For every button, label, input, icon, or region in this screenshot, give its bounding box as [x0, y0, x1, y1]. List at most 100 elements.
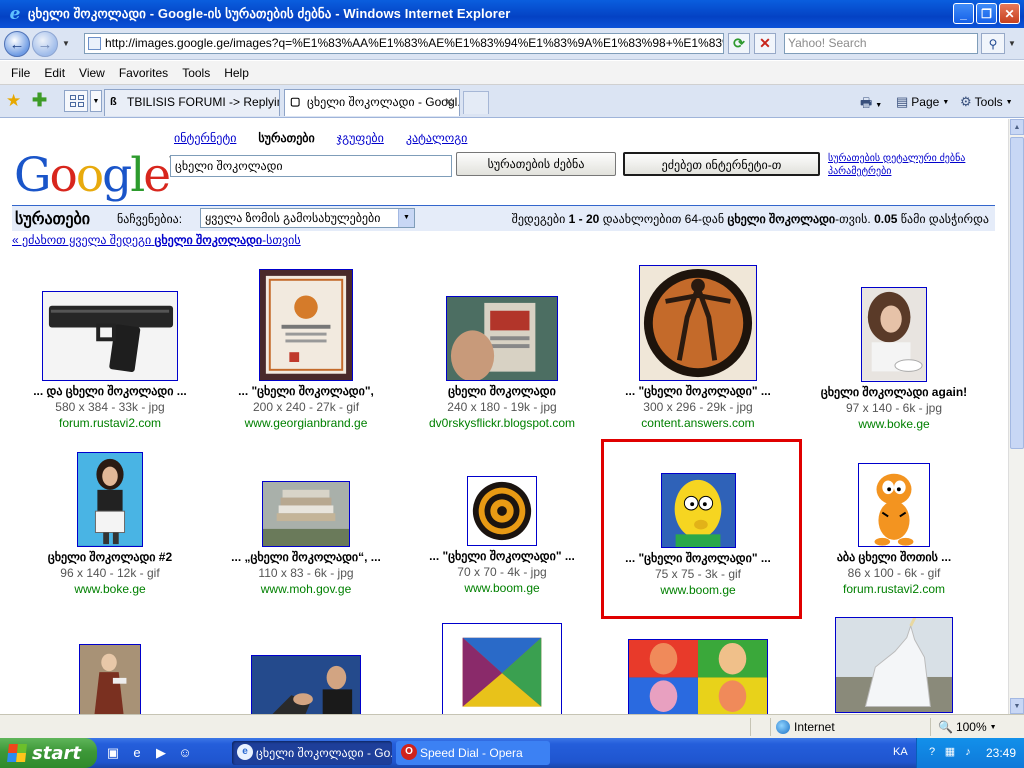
nav-groups[interactable]: ჯგუფები	[337, 131, 384, 145]
search-web-button[interactable]: ეძებეთ ინტერნეტი-თ	[623, 152, 820, 176]
result-item: ... "ცხელი შოკოლადი" ... 300 x 296 - 29k…	[600, 265, 796, 431]
advanced-search-link[interactable]: სურათების დეტალური ძებნა პარამეტრები	[828, 152, 988, 178]
zoom-control[interactable]: 🔍 100% ▼	[938, 720, 997, 734]
back-button[interactable]: ←	[4, 31, 30, 57]
image-size-select[interactable]: ყველა ზომის გამოსახულებები ▼	[200, 208, 415, 228]
search-button[interactable]: ⚲	[981, 33, 1005, 54]
menu-view[interactable]: View	[72, 66, 112, 80]
result-caption[interactable]: ... "ცხელი შოკოლადი",	[208, 383, 404, 399]
address-field[interactable]: http://images.google.ge/images?q=%E1%83%…	[84, 33, 724, 54]
tab-forum[interactable]: ß TBILISIS FORUMI -> Replyin...	[104, 89, 280, 116]
menu-favorites[interactable]: Favorites	[112, 66, 175, 80]
menu-edit[interactable]: Edit	[37, 66, 72, 80]
nav-directory[interactable]: კატალოგი	[406, 131, 468, 145]
result-caption[interactable]: ... "ცხელი შოკოლადი" ...	[404, 548, 600, 564]
result-item: ... "ცხელი შოკოლადი" ... 70 x 70 - 4k - …	[404, 476, 600, 596]
menu-help[interactable]: Help	[217, 66, 256, 80]
start-label: start	[32, 742, 81, 764]
result-thumbnail[interactable]	[42, 291, 178, 381]
new-tab-button[interactable]	[463, 91, 489, 114]
network-icon[interactable]: ▦	[943, 745, 957, 759]
woman-portrait-image	[862, 288, 926, 381]
result-thumbnail[interactable]	[262, 481, 350, 547]
minimize-button[interactable]: _	[953, 3, 974, 24]
page-menu-button[interactable]: ▤ Page ▼	[896, 94, 949, 110]
add-favorite-icon[interactable]: ✚	[32, 90, 47, 111]
page-icon: ▤	[896, 94, 909, 109]
tab-label: TBILISIS FORUMI -> Replyin...	[127, 95, 280, 109]
result-caption[interactable]: ცხელი შოკოლადი again!	[796, 384, 992, 400]
taskbar-item-opera[interactable]: O Speed Dial - Opera	[396, 741, 550, 765]
results-stats: შედეგები 1 - 20 დაახლოებით 64-დან ცხელი …	[511, 212, 989, 226]
volume-icon[interactable]: ♪	[961, 745, 975, 759]
show-label: ნაჩვენებია:	[117, 212, 183, 226]
hand-with-magazine-image	[447, 297, 557, 380]
google-logo[interactable]: GoogleTM	[14, 135, 184, 202]
tools-menu-button[interactable]: ⚙ Tools ▼	[960, 94, 1013, 110]
restore-button[interactable]: ❐	[976, 3, 997, 24]
menu-tools[interactable]: Tools	[175, 66, 217, 80]
result-thumbnail[interactable]	[446, 296, 558, 381]
menu-file[interactable]: File	[4, 66, 37, 80]
result-thumbnail[interactable]	[79, 644, 141, 714]
media-icon[interactable]: ▣	[104, 744, 122, 762]
all-results-link[interactable]: « ეძახოთ ყველა შედეგი ცხელი შოკოლადი-სთვ…	[12, 233, 301, 247]
ie-quicklaunch-icon[interactable]: e	[128, 744, 146, 762]
query-input[interactable]: ცხელი შოკოლადი	[170, 155, 452, 177]
result-caption[interactable]: ცხელი შოკოლადი #2	[12, 549, 208, 565]
result-thumbnail[interactable]	[858, 463, 930, 547]
result-site: www.moh.gov.ge	[260, 582, 352, 596]
favorites-star-icon[interactable]: ★	[6, 91, 21, 111]
stop-icon: ✕	[759, 35, 771, 51]
result-thumbnail[interactable]	[251, 655, 361, 714]
close-window-button[interactable]: ✕	[999, 3, 1020, 24]
vertical-scrollbar[interactable]: ▲ ▼	[1008, 119, 1024, 714]
search-images-button[interactable]: სურათების ძებნა	[456, 152, 616, 176]
result-caption[interactable]: აბა ცხელი შოთის ...	[796, 549, 992, 565]
scroll-down-icon[interactable]: ▼	[1010, 698, 1024, 714]
scrollbar-thumb[interactable]	[1010, 137, 1024, 449]
result-meta: 97 x 140 - 6k - jpg	[845, 401, 943, 415]
result-thumbnail[interactable]	[639, 265, 757, 381]
print-button[interactable]: 🖶 ▼	[860, 94, 882, 116]
close-tab-icon[interactable]: ✕	[444, 90, 454, 115]
forward-button[interactable]: →	[32, 31, 58, 57]
messenger-icon[interactable]: ☺	[176, 744, 194, 762]
result-thumbnail[interactable]	[77, 452, 143, 547]
stop-button[interactable]: ✕	[754, 33, 776, 54]
taskbar-item-ie[interactable]: e ცხელი შოკოლადი - Go...	[232, 741, 392, 765]
start-button[interactable]: start	[0, 738, 97, 768]
nav-web[interactable]: ინტერნეტი	[174, 131, 236, 145]
stacked-books-image	[263, 482, 349, 546]
recent-pages-dropdown[interactable]: ▼	[62, 39, 70, 48]
media-player-icon[interactable]: ▶	[152, 744, 170, 762]
result-caption[interactable]: ცხელი შოკოლადი	[404, 383, 600, 399]
tools-label: Tools	[974, 95, 1003, 109]
abstract-art-image	[443, 624, 561, 714]
result-thumbnail[interactable]	[628, 639, 768, 714]
search-input[interactable]: Yahoo! Search	[784, 33, 978, 54]
page-content: GoogleTM ინტერნეტი სურათები ჯგუფები კატა…	[0, 119, 1008, 714]
result-thumbnail[interactable]	[861, 287, 927, 382]
tab-google-images[interactable]: ▢ ცხელი შოკოლადი - Googl... ✕	[284, 89, 460, 116]
scroll-up-icon[interactable]: ▲	[1010, 119, 1024, 135]
language-indicator[interactable]: KA	[893, 746, 908, 758]
result-caption[interactable]: ... "ცხელი შოკოლადი" ...	[600, 383, 796, 399]
result-thumbnail[interactable]	[467, 476, 537, 546]
quick-tabs-button[interactable]	[64, 90, 88, 112]
result-site: www.georgianbrand.ge	[244, 416, 368, 430]
result-thumbnail[interactable]	[835, 617, 953, 713]
result-caption[interactable]: ... „ცხელი შოკოლადი“, ...	[208, 549, 404, 565]
result-thumbnail[interactable]	[259, 269, 353, 381]
zoom-level: 100%	[955, 720, 987, 734]
results-bar: სურათები ნაჩვენებია: ყველა ზომის გამოსახ…	[12, 205, 995, 231]
refresh-button[interactable]: ⟳	[728, 33, 750, 54]
result-caption[interactable]: ... და ცხელი შოკოლადი ...	[12, 383, 208, 399]
page-icon	[88, 37, 101, 50]
help-icon[interactable]: ?	[925, 745, 939, 759]
result-item: ... „ცხელი შოკოლადი“, ... 110 x 83 - 6k …	[208, 481, 404, 597]
tab-list-dropdown[interactable]: ▼	[90, 90, 102, 112]
result-thumbnail[interactable]	[442, 623, 562, 714]
status-bar: Internet 🔍 100% ▼	[0, 714, 1024, 738]
search-options-dropdown[interactable]: ▼	[1008, 39, 1016, 48]
